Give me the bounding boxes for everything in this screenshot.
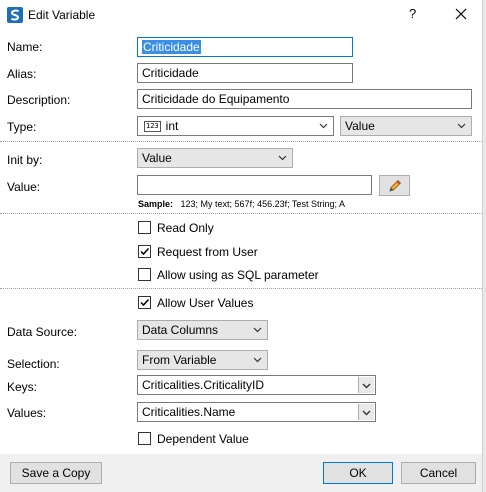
- dependent-value-checkbox[interactable]: [138, 432, 151, 445]
- help-button[interactable]: ?: [409, 6, 416, 21]
- sample-label: Sample:: [138, 199, 174, 209]
- name-label: Name:: [7, 40, 43, 54]
- allow-user-values-label: Allow User Values: [157, 296, 254, 310]
- selection-label: Selection:: [7, 357, 60, 371]
- edit-value-button[interactable]: [379, 175, 410, 196]
- title-bar: Edit Variable ?: [0, 0, 486, 30]
- type-kind-value: Value: [345, 119, 375, 133]
- separator: [0, 141, 482, 142]
- sample-text: 123; My text; 567f; 456.23f; Test String…: [180, 199, 345, 209]
- chevron-down-icon: [278, 155, 287, 161]
- chevron-down-icon: [253, 327, 262, 333]
- ok-button[interactable]: OK: [323, 462, 393, 484]
- request-from-user-checkbox[interactable]: [138, 245, 151, 258]
- data-source-value: Data Columns: [142, 323, 219, 337]
- cancel-button[interactable]: Cancel: [401, 462, 476, 484]
- keys-value: Criticalities.CriticalityID: [142, 378, 265, 392]
- window-border: [482, 0, 486, 492]
- description-input[interactable]: Criticidade do Equipamento: [137, 89, 472, 109]
- allow-user-values-checkbox[interactable]: [138, 296, 151, 309]
- values-label: Values:: [7, 406, 47, 420]
- data-source-dropdown[interactable]: Data Columns: [137, 320, 268, 340]
- initby-label: Init by:: [7, 153, 43, 167]
- sample-hint: Sample: 123; My text; 567f; 456.23f; Tes…: [138, 199, 345, 209]
- type-dropdown[interactable]: 123 int: [137, 116, 334, 136]
- initby-value: Value: [142, 151, 172, 165]
- request-from-user-label: Request from User: [157, 245, 258, 259]
- chevron-down-icon: [362, 410, 371, 416]
- keys-label: Keys:: [7, 380, 38, 394]
- keys-dropdown-button[interactable]: [358, 377, 374, 393]
- read-only-checkbox[interactable]: [138, 221, 151, 234]
- checkmark-icon: [140, 247, 150, 256]
- data-source-label: Data Source:: [7, 325, 78, 339]
- description-label: Description:: [7, 93, 71, 107]
- selection-value: From Variable: [142, 353, 217, 367]
- type-label: Type:: [7, 120, 37, 134]
- close-icon: [455, 8, 467, 20]
- chevron-down-icon: [362, 383, 371, 389]
- selection-dropdown[interactable]: From Variable: [137, 350, 268, 370]
- allow-sql-label: Allow using as SQL parameter: [157, 268, 319, 282]
- values-dropdown[interactable]: Criticalities.Name: [137, 402, 376, 422]
- checkmark-icon: [140, 298, 150, 307]
- type-dropdown-value: int: [165, 119, 179, 133]
- value-input[interactable]: [137, 175, 372, 195]
- close-button[interactable]: [455, 8, 467, 20]
- chevron-down-icon: [319, 123, 328, 129]
- type-number-icon: 123: [144, 121, 161, 132]
- save-copy-button[interactable]: Save a Copy: [10, 462, 102, 484]
- keys-dropdown[interactable]: Criticalities.CriticalityID: [137, 375, 376, 395]
- chevron-down-icon: [253, 357, 262, 363]
- initby-dropdown[interactable]: Value: [137, 148, 293, 168]
- allow-sql-checkbox[interactable]: [138, 268, 151, 281]
- chevron-down-icon: [457, 123, 466, 129]
- alias-label: Alias:: [7, 67, 37, 81]
- dependent-value-label: Dependent Value: [157, 432, 249, 446]
- values-value: Criticalities.Name: [142, 405, 236, 419]
- separator: [0, 213, 482, 214]
- value-label: Value:: [7, 180, 41, 194]
- separator: [0, 288, 482, 289]
- name-input[interactable]: Criticidade: [137, 37, 353, 57]
- type-kind-dropdown[interactable]: Value: [340, 116, 472, 136]
- alias-input[interactable]: Criticidade: [137, 63, 353, 83]
- app-logo-icon: [7, 7, 23, 23]
- values-dropdown-button[interactable]: [358, 404, 374, 420]
- window-title: Edit Variable: [28, 8, 96, 22]
- read-only-label: Read Only: [157, 221, 214, 235]
- name-input-value: Criticidade: [142, 40, 201, 54]
- pencil-icon: [388, 179, 401, 192]
